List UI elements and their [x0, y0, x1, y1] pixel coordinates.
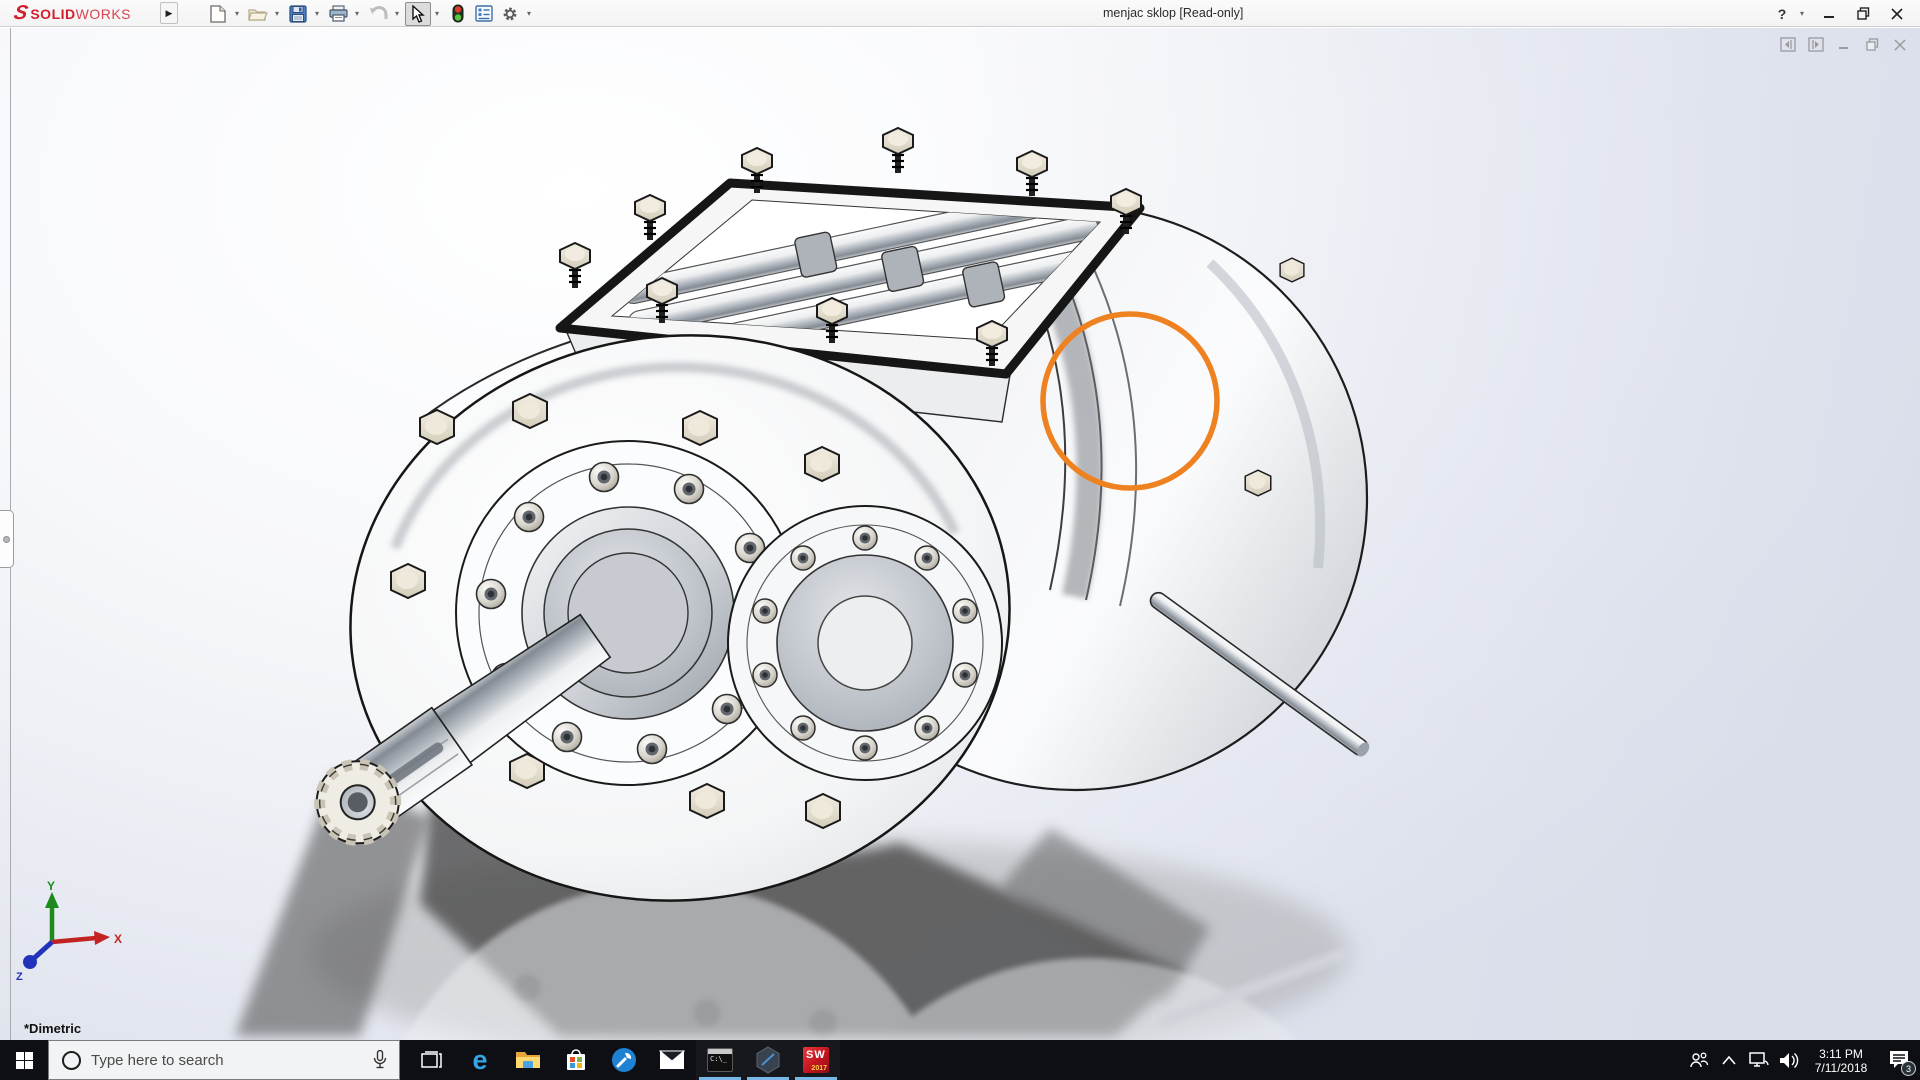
- notification-badge: 3: [1901, 1061, 1916, 1076]
- open-button[interactable]: [245, 2, 271, 26]
- window-controls: ? ▾: [1772, 0, 1912, 27]
- undo-dropdown[interactable]: ▾: [391, 2, 403, 26]
- task-view-icon: [421, 1051, 443, 1070]
- taskbar-app-file-explorer[interactable]: [504, 1040, 552, 1080]
- graphics-viewport[interactable]: Y X Z *Dimetric: [0, 28, 1920, 1040]
- taskbar-app-edge[interactable]: e: [456, 1040, 504, 1080]
- taskbar-app-command-prompt[interactable]: C:\_: [696, 1040, 744, 1080]
- taskbar-clock[interactable]: 3:11 PM 7/11/2018: [1804, 1046, 1878, 1075]
- x-axis-label: X: [114, 932, 122, 946]
- volume-icon: [1779, 1052, 1799, 1069]
- volume-button[interactable]: [1774, 1040, 1804, 1080]
- taskbar-app-store[interactable]: [552, 1040, 600, 1080]
- print-button[interactable]: [325, 2, 351, 26]
- minimize-icon: [1823, 8, 1835, 20]
- document-title: menjac sklop [Read-only]: [1103, 0, 1243, 27]
- clock-date: 7/11/2018: [1804, 1061, 1878, 1075]
- people-button[interactable]: [1684, 1040, 1714, 1080]
- wrench-circle-icon: [611, 1047, 637, 1073]
- open-dropdown[interactable]: ▾: [271, 2, 283, 26]
- y-axis-label: Y: [47, 880, 55, 893]
- print-icon: [329, 5, 348, 22]
- chevron-up-icon: [1722, 1056, 1736, 1065]
- options-gear-icon: [501, 5, 519, 23]
- quick-access-toolbar: ▾ ▾ ▾: [205, 0, 537, 27]
- select-cursor-icon: [411, 5, 425, 23]
- gearbox-3d-model[interactable]: [0, 28, 1920, 1040]
- taskbar-app-hexagon[interactable]: [744, 1040, 792, 1080]
- rebuild-button[interactable]: [445, 2, 471, 26]
- save-dropdown[interactable]: ▾: [311, 2, 323, 26]
- print-dropdown[interactable]: ▾: [351, 2, 363, 26]
- network-button[interactable]: [1744, 1040, 1774, 1080]
- menu-flyout-button[interactable]: ▶: [160, 2, 178, 24]
- options-button[interactable]: [497, 2, 523, 26]
- taskbar-search[interactable]: [48, 1040, 400, 1080]
- select-dropdown[interactable]: ▾: [431, 2, 443, 26]
- store-icon: [565, 1048, 587, 1072]
- solidworks-logo: S SOLIDWORKS: [14, 3, 131, 24]
- save-icon: [289, 5, 307, 23]
- new-document-icon: [210, 5, 226, 23]
- save-button[interactable]: [285, 2, 311, 26]
- system-tray: 3:11 PM 7/11/2018 3: [1684, 1040, 1920, 1080]
- command-prompt-icon: C:\_: [707, 1048, 733, 1072]
- solidworks-window: S SOLIDWORKS ▶ ▾ ▾: [0, 0, 1920, 1080]
- solidworks-logo-mark: S: [12, 2, 30, 25]
- mail-icon: [659, 1050, 685, 1070]
- search-input[interactable]: [91, 1052, 341, 1069]
- reference-triad: Y X Z: [10, 880, 130, 990]
- taskbar-apps: e: [408, 1040, 840, 1080]
- z-axis-arrow: [23, 955, 37, 969]
- action-center-button[interactable]: 3: [1878, 1040, 1920, 1080]
- network-icon: [1749, 1052, 1769, 1069]
- x-axis-arrow: [94, 931, 110, 945]
- minimize-button[interactable]: [1814, 2, 1844, 26]
- windows-taskbar: e: [0, 1040, 1920, 1080]
- undo-icon: [369, 6, 388, 21]
- windows-logo-icon: [16, 1052, 33, 1069]
- options-dropdown[interactable]: ▾: [523, 2, 535, 26]
- task-view-button[interactable]: [408, 1040, 456, 1080]
- taskbar-app-settings-tool[interactable]: [600, 1040, 648, 1080]
- restore-icon: [1857, 7, 1870, 20]
- hexagon-app-icon: [755, 1046, 781, 1074]
- y-axis-arrow: [45, 892, 59, 908]
- secondary-flange: [728, 506, 1002, 780]
- select-button[interactable]: [405, 2, 431, 26]
- close-icon: [1891, 8, 1903, 20]
- restore-button[interactable]: [1848, 2, 1878, 26]
- taskbar-app-solidworks[interactable]: SW 2017: [792, 1040, 840, 1080]
- taskbar-app-mail[interactable]: [648, 1040, 696, 1080]
- view-orientation-label: *Dimetric: [24, 1021, 81, 1036]
- title-bar: S SOLIDWORKS ▶ ▾ ▾: [0, 0, 1920, 27]
- new-document-button[interactable]: [205, 2, 231, 26]
- file-properties-button[interactable]: [471, 2, 497, 26]
- close-button[interactable]: [1882, 2, 1912, 26]
- people-icon: [1689, 1052, 1709, 1068]
- hidden-icons-button[interactable]: [1714, 1040, 1744, 1080]
- rebuild-traffic-light-icon: [452, 4, 464, 23]
- new-document-dropdown[interactable]: ▾: [231, 2, 243, 26]
- undo-button[interactable]: [365, 2, 391, 26]
- microphone-icon[interactable]: [373, 1050, 387, 1070]
- start-button[interactable]: [0, 1040, 48, 1080]
- solidworks-app-icon: SW 2017: [803, 1047, 829, 1073]
- file-explorer-icon: [515, 1049, 541, 1071]
- help-dropdown[interactable]: ▾: [1796, 2, 1808, 26]
- z-axis-label: Z: [16, 971, 23, 983]
- help-button[interactable]: ?: [1772, 2, 1792, 26]
- edge-icon: e: [472, 1047, 487, 1074]
- cortana-icon: [62, 1051, 81, 1070]
- open-icon: [248, 6, 268, 22]
- clock-time: 3:11 PM: [1804, 1047, 1878, 1061]
- file-properties-icon: [475, 5, 493, 22]
